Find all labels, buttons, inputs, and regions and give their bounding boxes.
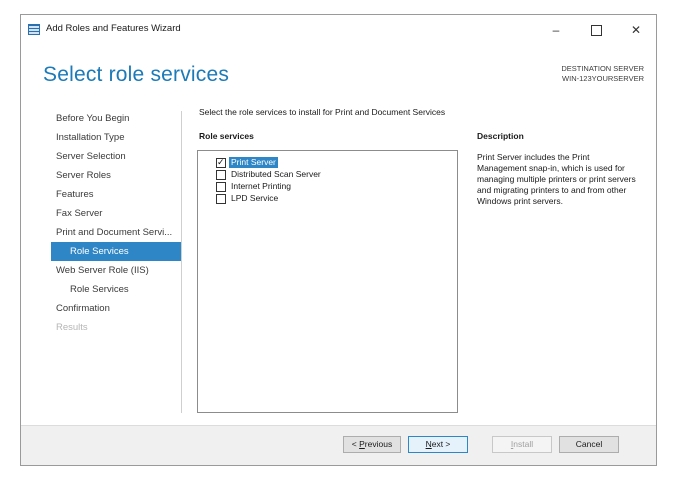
destination-label: DESTINATION SERVER [561, 64, 644, 73]
close-button[interactable]: ✕ [616, 15, 656, 45]
description-text: Print Server includes the Print Manageme… [477, 152, 636, 206]
instruction-text: Select the role services to install for … [199, 107, 446, 117]
destination-server-info: DESTINATION SERVER WIN-123YOURSERVER [561, 64, 644, 84]
nav-results: Results [56, 322, 88, 333]
role-label: LPD Service [231, 193, 279, 203]
role-label: Distributed Scan Server [231, 169, 321, 179]
description-header: Description [477, 131, 524, 141]
nav-role-services-print[interactable]: Role Services [51, 242, 181, 261]
checkbox[interactable]: ✓ [216, 157, 226, 168]
nav-role-services-web[interactable]: Role Services [51, 280, 181, 299]
wizard-window: Add Roles and Features Wizard – ✕ Select… [20, 14, 657, 466]
checkmark-icon: ✓ [217, 157, 225, 167]
role-services-list[interactable]: ✓ Print Server Distributed Scan Server I… [197, 150, 458, 413]
next-button[interactable]: Next > [408, 436, 468, 453]
nav-installation-type[interactable]: Installation Type [51, 128, 181, 147]
maximize-button[interactable] [576, 15, 616, 45]
role-label: Internet Printing [231, 181, 292, 191]
minimize-button[interactable]: – [536, 15, 576, 45]
nav-server-roles[interactable]: Server Roles [51, 166, 181, 185]
title-bar[interactable]: Add Roles and Features Wizard – ✕ [21, 15, 656, 45]
nav-features[interactable]: Features [51, 185, 181, 204]
maximize-icon [590, 25, 602, 37]
install-button: Install [492, 436, 552, 453]
nav-web-server-role[interactable]: Web Server Role (IIS) [51, 261, 181, 280]
previous-button[interactable]: < Previous [343, 436, 401, 453]
window-title: Add Roles and Features Wizard [46, 23, 181, 34]
checkbox[interactable] [216, 170, 226, 180]
page-title: Select role services [43, 63, 230, 86]
nav-print-document-services[interactable]: Print and Document Servi... [51, 223, 181, 242]
destination-server-name: WIN-123YOURSERVER [562, 74, 644, 83]
role-label: Print Server [229, 157, 278, 168]
checkbox[interactable] [216, 182, 226, 192]
nav-confirmation[interactable]: Confirmation [51, 299, 181, 318]
cancel-button[interactable]: Cancel [559, 436, 619, 453]
server-manager-icon [28, 24, 40, 35]
checkbox[interactable] [216, 194, 226, 204]
wizard-nav: Before You Begin Installation Type Serve… [51, 109, 181, 337]
wizard-footer: < Previous Next > Install Cancel [21, 425, 656, 465]
role-services-header: Role services [199, 131, 254, 141]
nav-before-you-begin[interactable]: Before You Begin [51, 109, 181, 128]
nav-divider [181, 111, 182, 413]
nav-fax-server[interactable]: Fax Server [51, 204, 181, 223]
nav-server-selection[interactable]: Server Selection [51, 147, 181, 166]
